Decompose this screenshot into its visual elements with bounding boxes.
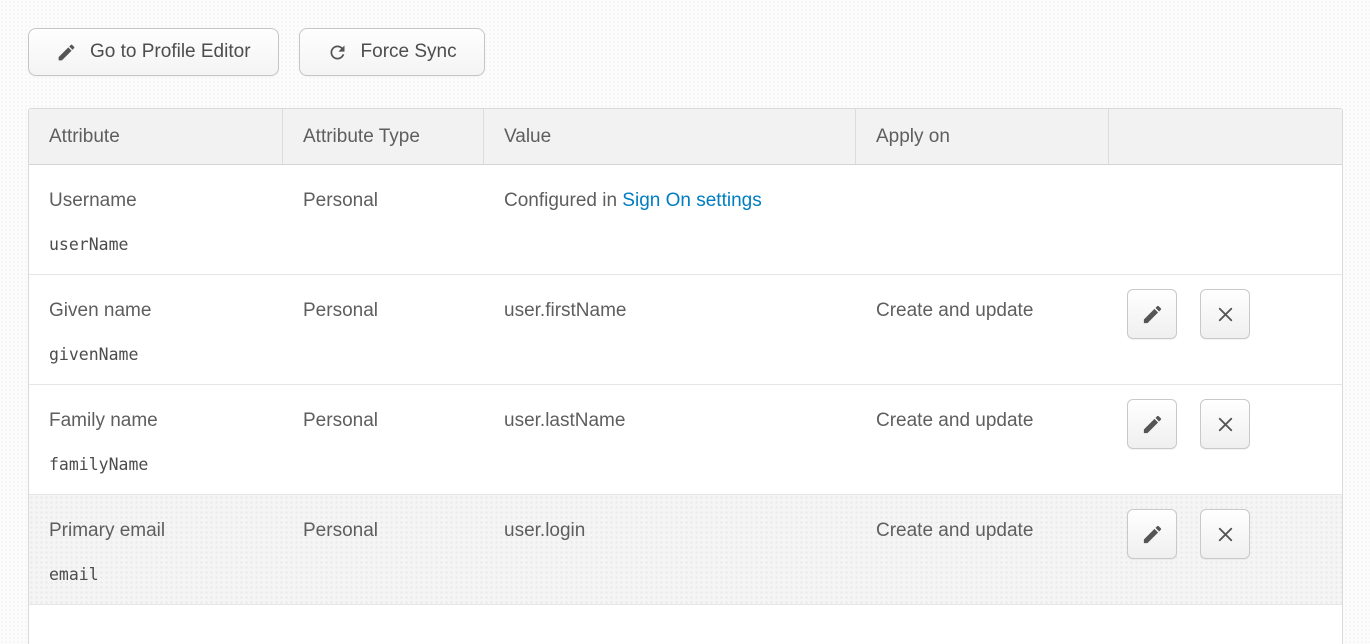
attribute-type-cell: Personal xyxy=(283,165,484,274)
remove-attribute-button[interactable] xyxy=(1200,509,1250,559)
pencil-icon xyxy=(1141,523,1164,546)
pencil-icon xyxy=(1141,303,1164,326)
pencil-icon xyxy=(56,42,77,63)
attribute-label: Username xyxy=(49,190,273,212)
attribute-label: Given name xyxy=(49,300,273,322)
attribute-type-cell: Personal xyxy=(283,275,484,384)
edit-attribute-button[interactable] xyxy=(1127,289,1177,339)
header-value: Value xyxy=(484,109,856,164)
apply-on-cell: Create and update xyxy=(856,385,1109,494)
remove-attribute-button[interactable] xyxy=(1200,289,1250,339)
actions-cell xyxy=(1109,165,1342,274)
header-attribute-type: Attribute Type xyxy=(283,109,484,164)
attribute-variable-name: familyName xyxy=(49,455,273,474)
actions-cell xyxy=(1109,495,1342,604)
attribute-mappings-table: Attribute Attribute Type Value Apply on … xyxy=(28,108,1343,644)
table-header-row: Attribute Attribute Type Value Apply on xyxy=(29,109,1342,165)
attribute-label: Primary email xyxy=(49,520,273,542)
force-sync-button[interactable]: Force Sync xyxy=(299,28,485,76)
value-cell: user.login xyxy=(484,495,856,604)
edit-attribute-button[interactable] xyxy=(1127,399,1177,449)
edit-attribute-button[interactable] xyxy=(1127,509,1177,559)
table-body: UsernameuserNamePersonalConfigured in Si… xyxy=(29,165,1342,644)
table-row: Primary email email Personaluser.loginCrea… xyxy=(29,495,1342,605)
actions-cell xyxy=(1109,385,1342,494)
close-icon xyxy=(1214,303,1237,326)
attribute-label: Family name xyxy=(49,410,273,432)
table-row: Given name givenName Personaluser.firstNam… xyxy=(29,275,1342,385)
close-icon xyxy=(1214,523,1237,546)
value-cell: Configured in Sign On settings xyxy=(484,165,856,274)
force-sync-label: Force Sync xyxy=(361,41,457,63)
remove-attribute-button[interactable] xyxy=(1200,399,1250,449)
apply-on-cell: Create and update xyxy=(856,275,1109,384)
attribute-cell: Family name familyName xyxy=(29,385,283,494)
value-cell: user.lastName xyxy=(484,385,856,494)
pencil-icon xyxy=(1141,413,1164,436)
apply-on-cell: Create and update xyxy=(856,495,1109,604)
attribute-variable-name: email xyxy=(49,565,273,584)
attribute-type-cell: Personal xyxy=(283,495,484,604)
sign-on-settings-link[interactable]: Sign On settings xyxy=(622,190,761,211)
value-text: Configured in xyxy=(504,190,622,211)
empty-row xyxy=(29,605,1342,644)
apply-on-cell xyxy=(856,165,1109,274)
go-to-profile-editor-label: Go to Profile Editor xyxy=(90,41,251,63)
go-to-profile-editor-button[interactable]: Go to Profile Editor xyxy=(28,28,279,76)
table-row: Family name familyName Personaluser.lastNa… xyxy=(29,385,1342,495)
attribute-cell: Given name givenName xyxy=(29,275,283,384)
refresh-icon xyxy=(327,42,348,63)
attribute-type-cell: Personal xyxy=(283,385,484,494)
header-apply-on: Apply on xyxy=(856,109,1109,164)
value-cell: user.firstName xyxy=(484,275,856,384)
close-icon xyxy=(1214,413,1237,436)
attribute-cell: Username userName xyxy=(29,165,283,274)
toolbar: Go to Profile Editor Force Sync xyxy=(28,28,1370,76)
header-actions xyxy=(1109,109,1342,164)
attribute-cell: Primary email email xyxy=(29,495,283,604)
attribute-variable-name: userName xyxy=(49,235,273,254)
header-attribute: Attribute xyxy=(29,109,283,164)
attribute-variable-name: givenName xyxy=(49,345,273,364)
table-row: UsernameuserNamePersonalConfigured in Si… xyxy=(29,165,1342,275)
actions-cell xyxy=(1109,275,1342,384)
